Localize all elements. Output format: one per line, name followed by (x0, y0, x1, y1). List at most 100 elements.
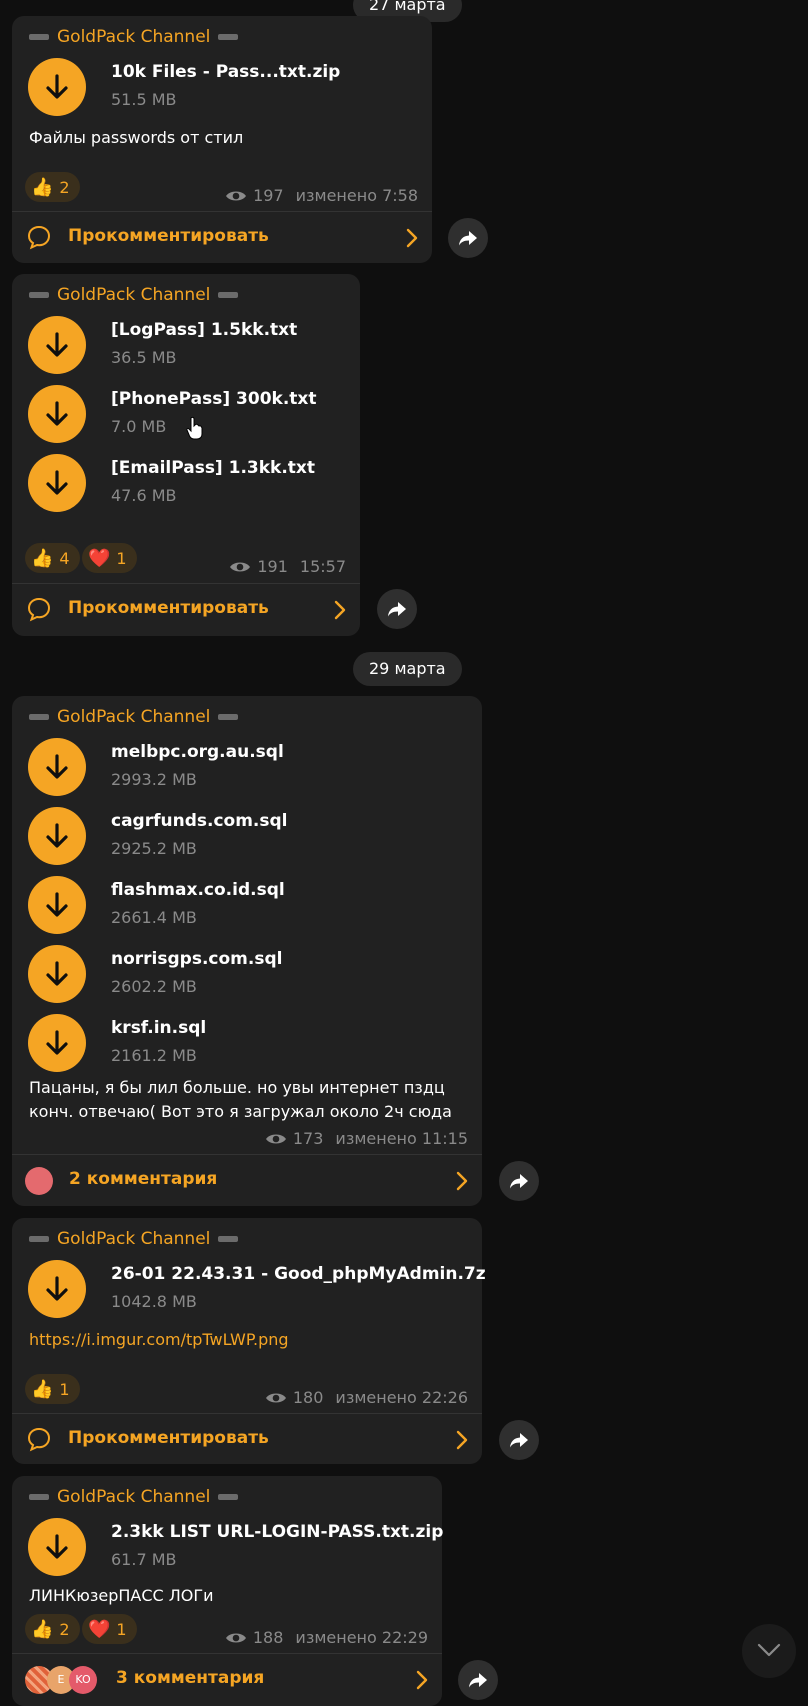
view-count: 180 (292, 1388, 324, 1407)
download-icon[interactable] (28, 1014, 86, 1072)
eye-icon (265, 1132, 287, 1146)
dash-icon (218, 292, 239, 298)
scroll-down-button[interactable] (742, 1624, 796, 1678)
view-count: 191 (257, 557, 288, 576)
file-size: 51.5 MB (111, 90, 177, 109)
dash-icon (218, 1494, 239, 1500)
file-name: [PhonePass] 300k.txt (111, 389, 317, 409)
forward-button[interactable] (458, 1660, 498, 1700)
comment-icon (26, 1426, 52, 1452)
download-icon[interactable] (28, 945, 86, 1003)
share-icon (509, 1430, 529, 1450)
file-name: norrisgps.com.sql (111, 949, 283, 969)
download-icon[interactable] (28, 58, 86, 116)
dash-icon (218, 1236, 239, 1242)
dash-icon (29, 1494, 49, 1500)
message-text: ЛИНКюзерПАСС ЛОГи (29, 1586, 214, 1605)
file-name: 2.3kk LIST URL-LOGIN-PASS.txt.zip (111, 1522, 444, 1542)
channel-post: GoldPack Channel melbpc.org.au.sql 2993.… (12, 696, 482, 1206)
reaction-thumbs-up[interactable]: 👍 1 (25, 1374, 80, 1404)
chevron-right-icon (406, 228, 418, 248)
file-size: 2993.2 MB (111, 770, 197, 789)
dash-icon (218, 34, 239, 40)
share-icon (458, 228, 478, 248)
message-link[interactable]: https://i.imgur.com/tpTwLWP.png (29, 1328, 289, 1352)
file-name: 26-01 22.43.31 - Good_phpMyAdmin.7z (111, 1264, 486, 1284)
view-count: 188 (252, 1628, 284, 1647)
reaction-heart[interactable]: ❤️ 1 (82, 543, 137, 573)
message-meta: 188 изменено 22:29 (225, 1628, 428, 1647)
file-name: [LogPass] 1.5kk.txt (111, 320, 298, 340)
file-size: 61.7 MB (111, 1550, 177, 1569)
forward-button[interactable] (499, 1420, 539, 1460)
download-icon[interactable] (28, 876, 86, 934)
file-name: flashmax.co.id.sql (111, 880, 285, 900)
comment-icon (26, 224, 52, 250)
download-icon[interactable] (28, 1260, 86, 1318)
file-name: krsf.in.sql (111, 1018, 207, 1038)
message-time: изменено 22:29 (295, 1628, 428, 1647)
message-time: изменено 22:26 (335, 1388, 468, 1407)
message-time: 15:57 (299, 557, 346, 576)
comment-button[interactable]: Прокомментировать (12, 1414, 482, 1464)
sender-name[interactable]: GoldPack Channel (29, 26, 239, 48)
download-icon[interactable] (28, 316, 86, 374)
forward-button[interactable] (448, 218, 488, 258)
download-icon[interactable] (28, 807, 86, 865)
file-size: 47.6 MB (111, 486, 177, 505)
file-size: 36.5 MB (111, 348, 177, 367)
sender-name[interactable]: GoldPack Channel (29, 1228, 239, 1250)
comment-button[interactable]: Прокомментировать (12, 584, 360, 634)
date-separator: 29 марта (353, 652, 462, 686)
chevron-down-icon (757, 1643, 781, 1657)
reaction-thumbs-up[interactable]: 👍 2 (25, 1614, 80, 1644)
share-icon (509, 1171, 529, 1191)
message-meta: 191 15:57 (229, 557, 346, 576)
file-size: 2161.2 MB (111, 1046, 197, 1065)
share-icon (468, 1670, 488, 1690)
avatar (25, 1167, 53, 1195)
dash-icon (29, 34, 49, 40)
message-meta: 180 изменено 22:26 (265, 1388, 468, 1407)
sender-name[interactable]: GoldPack Channel (29, 1486, 239, 1508)
message-text: Пацаны, я бы лил больше. но увы интернет… (29, 1078, 452, 1121)
channel-post: GoldPack Channel 26-01 22.43.31 - Good_p… (12, 1218, 486, 1464)
reaction-thumbs-up[interactable]: 👍 4 (25, 543, 80, 573)
file-name: cagrfunds.com.sql (111, 811, 288, 831)
message-meta: 197 изменено 7:58 (225, 186, 418, 205)
file-size: 2602.2 MB (111, 977, 197, 996)
chevron-right-icon (456, 1171, 468, 1191)
message-text: Файлы passwords от стил (29, 128, 244, 147)
channel-post: GoldPack Channel 2.3kk LIST URL-LOGIN-PA… (12, 1476, 444, 1706)
comments-button[interactable]: 2 комментария (12, 1155, 482, 1205)
chevron-right-icon (416, 1670, 428, 1690)
reaction-thumbs-up[interactable]: 👍 2 (25, 172, 80, 202)
file-size: 7.0 MB (111, 417, 167, 436)
download-icon[interactable] (28, 454, 86, 512)
channel-post: GoldPack Channel 10k Files - Pass...txt.… (12, 16, 432, 263)
reaction-heart[interactable]: ❤️ 1 (82, 1614, 137, 1644)
sender-name[interactable]: GoldPack Channel (29, 284, 239, 306)
chevron-right-icon (334, 600, 346, 620)
message-meta: 173 изменено 11:15 (265, 1129, 468, 1148)
download-icon[interactable] (28, 385, 86, 443)
view-count: 197 (253, 186, 284, 205)
eye-icon (225, 1631, 247, 1645)
download-icon[interactable] (28, 1518, 86, 1576)
comments-button[interactable]: E KO 3 комментария (12, 1654, 442, 1704)
file-size: 2661.4 MB (111, 908, 197, 927)
download-icon[interactable] (28, 738, 86, 796)
channel-post: GoldPack Channel [LogPass] 1.5kk.txt 36.… (12, 274, 360, 636)
dash-icon (29, 292, 49, 298)
sender-name[interactable]: GoldPack Channel (29, 706, 239, 728)
dash-icon (29, 714, 49, 720)
eye-icon (229, 560, 251, 574)
forward-button[interactable] (499, 1161, 539, 1201)
avatar: KO (69, 1666, 97, 1694)
hand-cursor-icon (186, 416, 203, 440)
forward-button[interactable] (377, 589, 417, 629)
view-count: 173 (292, 1129, 324, 1148)
file-name: 10k Files - Pass...txt.zip (111, 62, 341, 82)
file-size: 1042.8 MB (111, 1292, 197, 1311)
comment-button[interactable]: Прокомментировать (12, 212, 432, 262)
